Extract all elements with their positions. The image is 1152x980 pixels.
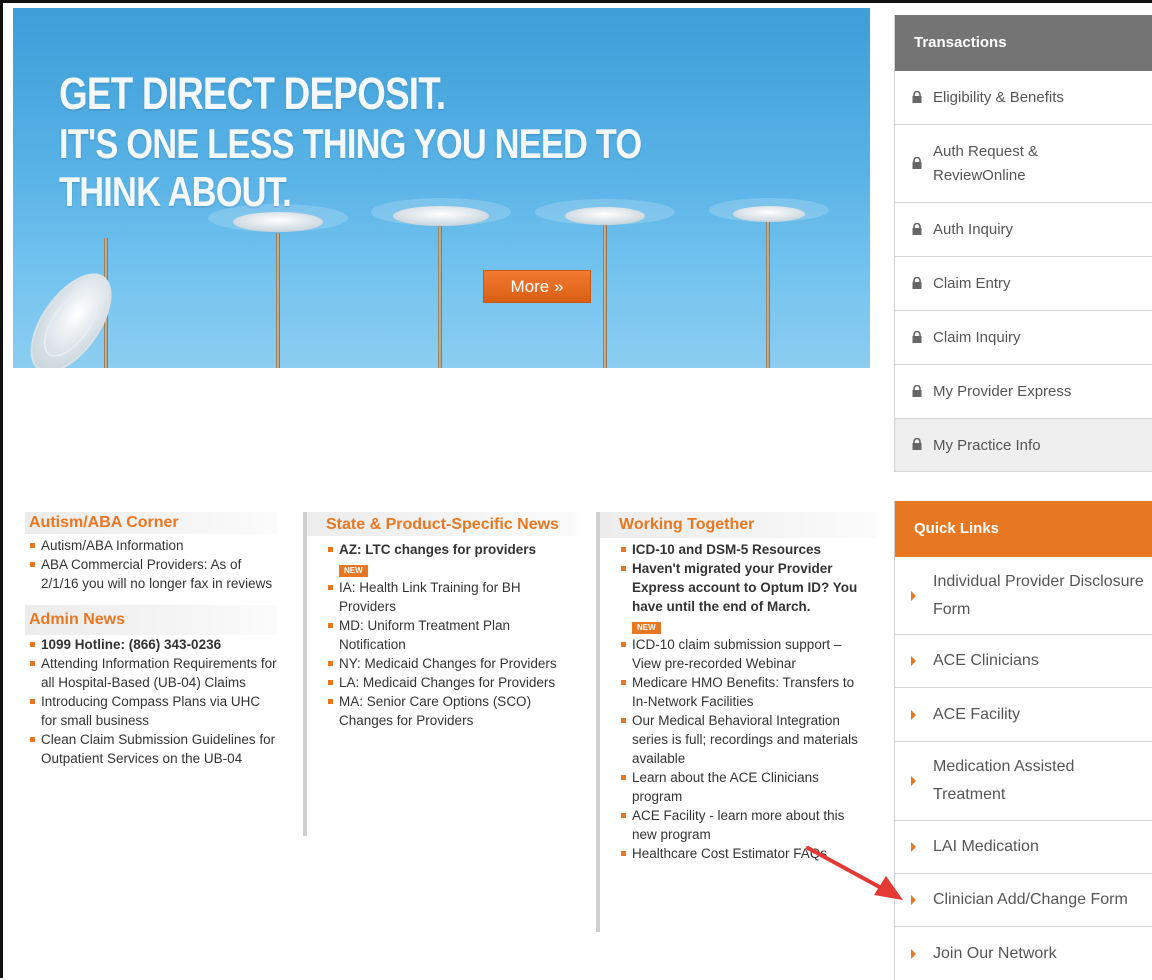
lock-icon bbox=[912, 438, 922, 450]
autism-admin-column: Autism/ABA Corner Autism/ABA Information… bbox=[25, 512, 277, 768]
quick-link-label: ACE Facility bbox=[933, 705, 1021, 723]
transaction-label: My Practice Info bbox=[933, 436, 1041, 454]
quick-link-label: Medication Assisted Treatment bbox=[933, 758, 1075, 803]
arrow-right-icon bbox=[911, 842, 916, 852]
transactions-panel: Transactions Eligibility & Benefits Auth… bbox=[894, 15, 1152, 472]
state-news-column: State & Product-Specific News AZ: LTC ch… bbox=[303, 512, 577, 836]
banner-subheadline: IT'S ONE LESS THING YOU NEED TO THINK AB… bbox=[59, 120, 642, 215]
promo-banner[interactable]: GET DIRECT DEPOSIT. IT'S ONE LESS THING … bbox=[13, 8, 870, 368]
news-link[interactable]: ICD-10 and DSM-5 Resources bbox=[619, 540, 870, 559]
quick-link-ace-clinicians[interactable]: ACE Clinicians bbox=[895, 635, 1152, 688]
working-together-column: Working Together ICD-10 and DSM-5 Resour… bbox=[596, 512, 876, 932]
arrow-right-icon bbox=[911, 656, 916, 666]
news-link[interactable]: Medicare HMO Benefits: Transfers to In-N… bbox=[619, 673, 870, 711]
quick-link-clinician-add-change[interactable]: Clinician Add/Change Form bbox=[895, 874, 1152, 927]
news-link-label: Haven't migrated your Provider Express a… bbox=[632, 561, 858, 614]
news-link[interactable]: Haven't migrated your Provider Express a… bbox=[619, 559, 870, 635]
transactions-title: Transactions bbox=[895, 15, 1152, 71]
arrow-right-icon bbox=[911, 590, 916, 601]
quick-link-label: LAI Medication bbox=[933, 838, 1039, 855]
quick-links-title: Quick Links bbox=[895, 501, 1152, 557]
lock-icon bbox=[912, 156, 922, 169]
quick-links-panel: Quick Links Individual Provider Disclosu… bbox=[894, 501, 1152, 980]
arrow-right-icon bbox=[911, 948, 916, 959]
news-link[interactable]: MA: Senior Care Options (SCO) Changes fo… bbox=[326, 692, 571, 730]
autism-corner-heading: Autism/ABA Corner bbox=[25, 512, 277, 534]
news-link[interactable]: Our Medical Behavioral Integration serie… bbox=[619, 711, 870, 768]
working-together-heading: Working Together bbox=[600, 512, 876, 538]
lock-icon bbox=[912, 384, 922, 397]
window-frame-top bbox=[0, 0, 1152, 3]
news-link[interactable]: LA: Medicaid Changes for Providers bbox=[326, 673, 571, 692]
admin-news-heading: Admin News bbox=[25, 605, 277, 635]
transaction-eligibility-benefits[interactable]: Eligibility & Benefits bbox=[895, 71, 1152, 125]
new-badge: NEW bbox=[632, 622, 661, 634]
transaction-label: Auth Request & ReviewOnline bbox=[933, 142, 1039, 184]
transaction-auth-request[interactable]: Auth Request & ReviewOnline bbox=[895, 125, 1152, 203]
lock-icon bbox=[912, 330, 922, 343]
lock-icon bbox=[912, 222, 922, 235]
quick-link-label: Join Our Network bbox=[933, 944, 1057, 962]
news-link[interactable]: 1099 Hotline: (866) 343-0236 bbox=[28, 635, 277, 654]
news-link[interactable]: ABA Commercial Providers: As of 2/1/16 y… bbox=[28, 555, 277, 593]
quick-link-medication-assisted-treatment[interactable]: Medication Assisted Treatment bbox=[895, 742, 1152, 821]
arrow-right-icon bbox=[911, 709, 916, 720]
news-link[interactable]: Attending Information Requirements for a… bbox=[28, 654, 277, 692]
transaction-label: Auth Inquiry bbox=[933, 221, 1014, 238]
news-link-label: AZ: LTC changes for providers bbox=[339, 542, 537, 557]
news-link[interactable]: NY: Medicaid Changes for Providers bbox=[326, 654, 571, 673]
transaction-label: My Provider Express bbox=[933, 383, 1072, 400]
new-badge: NEW bbox=[339, 565, 368, 577]
transaction-claim-entry[interactable]: Claim Entry bbox=[895, 257, 1152, 311]
quick-link-label: Individual Provider Disclosure Form bbox=[933, 572, 1144, 618]
arrow-right-icon bbox=[911, 776, 916, 786]
news-link[interactable]: Healthcare Cost Estimator FAQs bbox=[619, 844, 870, 863]
news-link[interactable]: ACE Facility - learn more about this new… bbox=[619, 806, 870, 844]
quick-link-label: ACE Clinicians bbox=[933, 652, 1039, 669]
transaction-my-practice-info[interactable]: My Practice Info bbox=[895, 419, 1152, 472]
quick-link-provider-disclosure[interactable]: Individual Provider Disclosure Form bbox=[895, 557, 1152, 635]
arrow-right-icon bbox=[911, 895, 916, 905]
quick-link-lai-medication[interactable]: LAI Medication bbox=[895, 821, 1152, 874]
news-link[interactable]: ICD-10 claim submission support – View p… bbox=[619, 635, 870, 673]
quick-link-ace-facility[interactable]: ACE Facility bbox=[895, 688, 1152, 742]
news-link[interactable]: MD: Uniform Treatment Plan Notification bbox=[326, 616, 571, 654]
transaction-label: Eligibility & Benefits bbox=[933, 89, 1064, 106]
transaction-label: Claim Entry bbox=[933, 275, 1011, 292]
news-link[interactable]: Learn about the ACE Clinicians program bbox=[619, 768, 870, 806]
transaction-auth-inquiry[interactable]: Auth Inquiry bbox=[895, 203, 1152, 257]
more-button[interactable]: More » bbox=[483, 270, 591, 303]
transaction-label: Claim Inquiry bbox=[933, 329, 1021, 346]
transaction-my-provider-express[interactable]: My Provider Express bbox=[895, 365, 1152, 419]
news-link[interactable]: Introducing Compass Plans via UHC for sm… bbox=[28, 692, 277, 730]
news-link[interactable]: AZ: LTC changes for providers NEW bbox=[326, 540, 571, 578]
quick-link-join-network[interactable]: Join Our Network bbox=[895, 927, 1152, 980]
transaction-claim-inquiry[interactable]: Claim Inquiry bbox=[895, 311, 1152, 365]
news-link[interactable]: IA: Health Link Training for BH Provider… bbox=[326, 578, 571, 616]
lock-icon bbox=[912, 90, 922, 103]
lock-icon bbox=[912, 276, 922, 289]
quick-link-label: Clinician Add/Change Form bbox=[933, 891, 1128, 908]
window-frame-left bbox=[0, 0, 3, 978]
news-link[interactable]: Autism/ABA Information bbox=[28, 536, 277, 555]
state-news-heading: State & Product-Specific News bbox=[307, 512, 577, 536]
news-link[interactable]: Clean Claim Submission Guidelines for Ou… bbox=[28, 730, 277, 768]
banner-headline: GET DIRECT DEPOSIT. bbox=[59, 68, 446, 119]
